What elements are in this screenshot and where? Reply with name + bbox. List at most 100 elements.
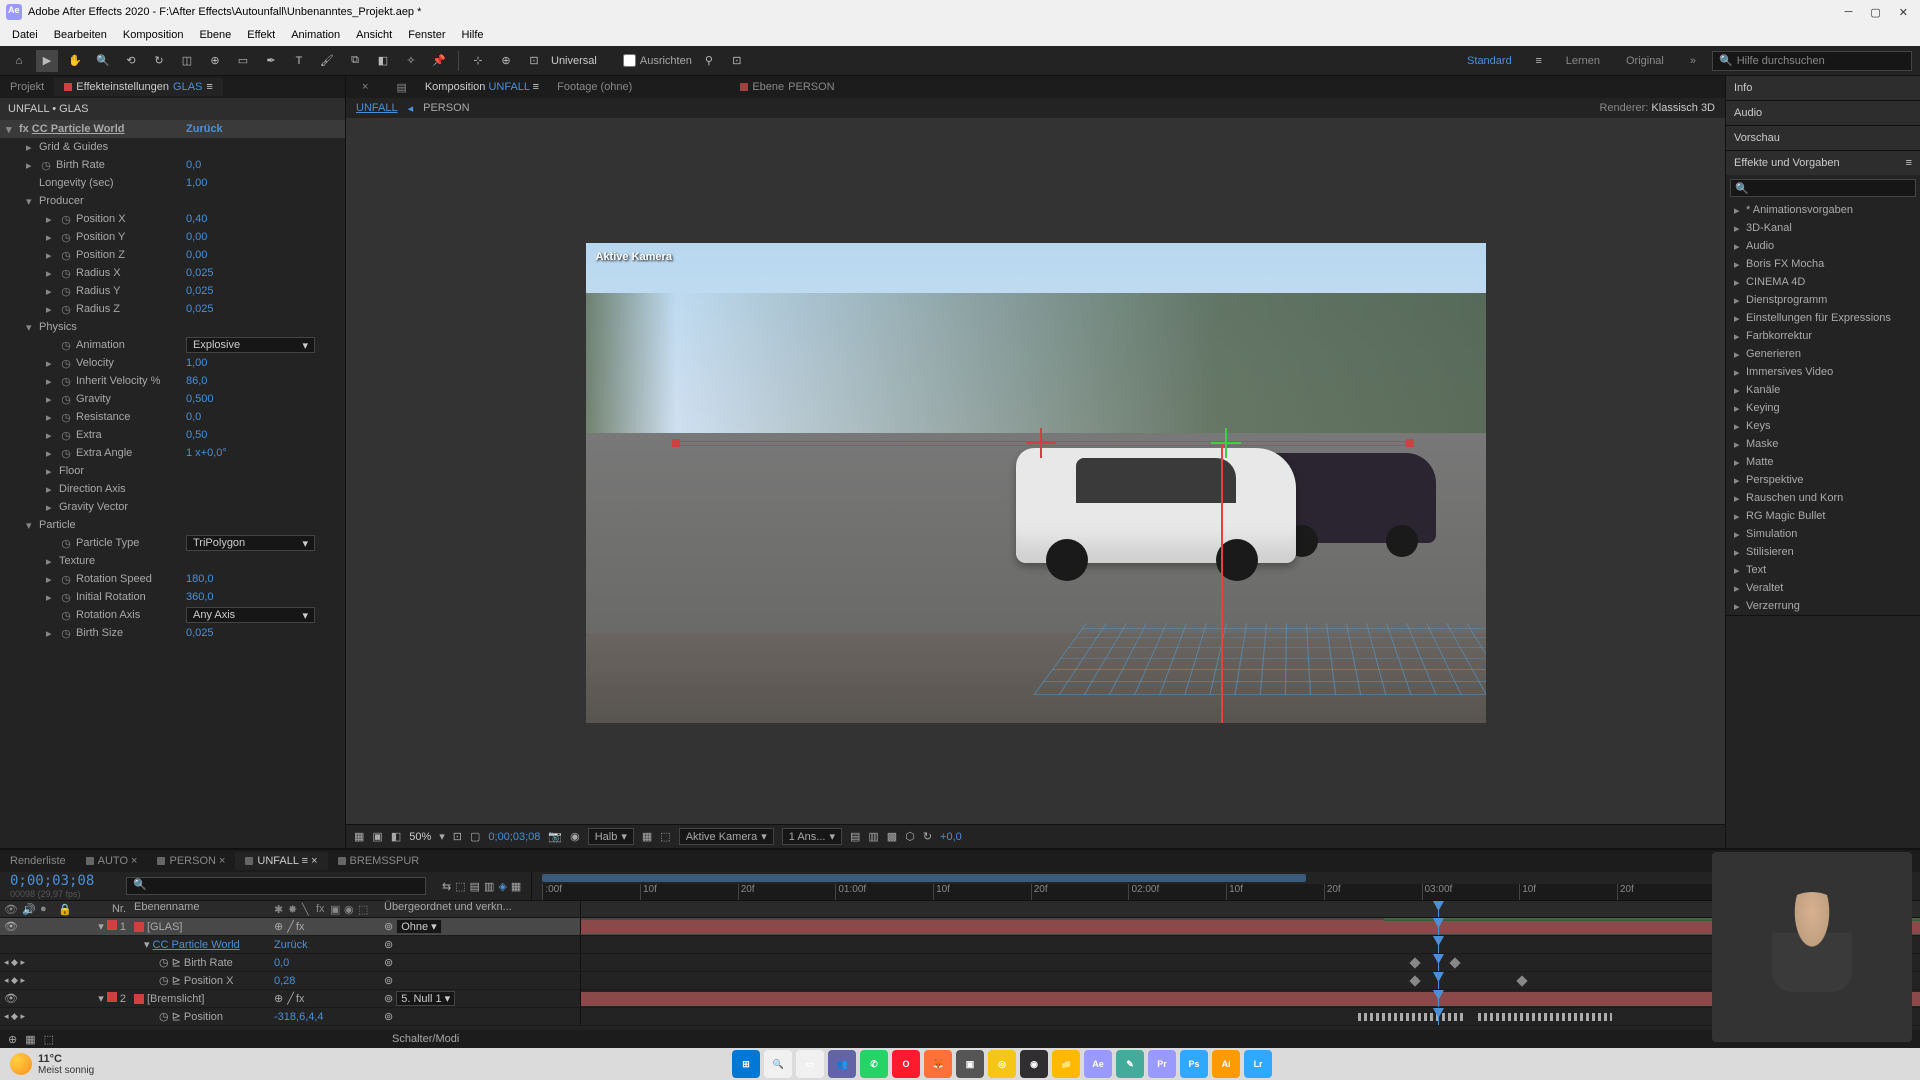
ausrichten-checkbox[interactable]	[623, 54, 636, 67]
layer-handle[interactable]	[1406, 439, 1414, 447]
menu-bearbeiten[interactable]: Bearbeiten	[46, 27, 115, 43]
menu-animation[interactable]: Animation	[283, 27, 348, 43]
effect-category[interactable]: ▸Stilisieren	[1726, 543, 1920, 561]
viewer-timecode[interactable]: 0;00;03;08	[488, 831, 540, 843]
radz-value[interactable]: 0,025	[186, 303, 214, 315]
tl-tool-icon[interactable]: ⬚	[455, 880, 465, 893]
workspace-lernen[interactable]: Lernen	[1556, 55, 1610, 67]
stopwatch-icon[interactable]: ◷	[59, 230, 73, 244]
rot-axis-dropdown[interactable]: Any Axis▾	[186, 607, 315, 623]
timeline-search[interactable]: 🔍	[126, 877, 426, 895]
birth-rate-value[interactable]: 0,0	[186, 159, 201, 171]
gravity-value[interactable]: 0,500	[186, 393, 214, 405]
posy-value[interactable]: 0,00	[186, 231, 207, 243]
icon-2[interactable]: ▥	[868, 830, 878, 843]
taskbar-app2-icon[interactable]: ◎	[988, 1050, 1016, 1078]
stopwatch-icon[interactable]: ◷	[59, 338, 73, 352]
taskbar-windows-icon[interactable]: ⊞	[732, 1050, 760, 1078]
overflow-icon[interactable]: »	[1680, 55, 1706, 67]
tab-effekteinstellungen[interactable]: Effekteinstellungen GLAS ≡	[54, 78, 223, 96]
comp-path-unfall[interactable]: UNFALL	[356, 102, 398, 114]
resistance-value[interactable]: 0,0	[186, 411, 201, 423]
effect-category[interactable]: ▸Maske	[1726, 435, 1920, 453]
taskbar-app3-icon[interactable]: ✎	[1116, 1050, 1144, 1078]
taskbar-pr-icon[interactable]: Pr	[1148, 1050, 1176, 1078]
extra-value[interactable]: 0,50	[186, 429, 207, 441]
zoom-tool[interactable]: 🔍	[92, 50, 114, 72]
solo-column-icon[interactable]: ●	[40, 903, 52, 915]
snap-tool[interactable]: ⚲	[698, 50, 720, 72]
taskbar-obs-icon[interactable]: ◉	[1020, 1050, 1048, 1078]
icon-1[interactable]: ▤	[850, 830, 860, 843]
effect-category[interactable]: ▸Dienstprogramm	[1726, 291, 1920, 309]
lock-column-icon[interactable]: 🔒	[58, 903, 70, 915]
longevity-value[interactable]: 1,00	[186, 177, 207, 189]
stopwatch-icon[interactable]: ◷	[59, 590, 73, 604]
stopwatch-icon[interactable]: ◷	[59, 284, 73, 298]
effect-category[interactable]: ▸Audio	[1726, 237, 1920, 255]
back-arrow-icon[interactable]: ◂	[408, 102, 414, 115]
camera-tool[interactable]: ◫	[176, 50, 198, 72]
brush-tool[interactable]: 🖌	[316, 50, 338, 72]
effect-category[interactable]: ▸Veraltet	[1726, 579, 1920, 597]
time-ruler[interactable]: :00f10f20f01:00f10f20f02:00f10f20f03:00f…	[542, 884, 1910, 900]
rot-speed-value[interactable]: 180,0	[186, 573, 214, 585]
effect-category[interactable]: ▸CINEMA 4D	[1726, 273, 1920, 291]
timeline-layer-row[interactable]: ◂ ◆ ▸◷ ⊵ Position X0,28⊚	[0, 972, 1920, 990]
effect-category[interactable]: ▸Einstellungen für Expressions	[1726, 309, 1920, 327]
camera-view-dropdown[interactable]: Aktive Kamera▾	[679, 828, 774, 845]
panel-effekte[interactable]: Effekte und Vorgaben≡	[1726, 151, 1920, 175]
tl-tool-icon[interactable]: ▤	[470, 880, 480, 893]
timeline-tab[interactable]: Renderliste	[0, 852, 76, 870]
timeline-layer-row[interactable]: ▾CC Particle WorldZurück⊚	[0, 936, 1920, 954]
selection-tool[interactable]: ▶	[36, 50, 58, 72]
menu-hilfe[interactable]: Hilfe	[454, 27, 492, 43]
taskbar-taskview-icon[interactable]: ▭	[796, 1050, 824, 1078]
taskbar-teams-icon[interactable]: 👥	[828, 1050, 856, 1078]
effect-category[interactable]: ▸Rauschen und Korn	[1726, 489, 1920, 507]
taskbar-whatsapp-icon[interactable]: ✆	[860, 1050, 888, 1078]
effect-category[interactable]: ▸Boris FX Mocha	[1726, 255, 1920, 273]
stopwatch-icon[interactable]: ◷	[59, 212, 73, 226]
tl-tool-icon[interactable]: ⇆	[442, 880, 451, 893]
effect-category[interactable]: ▸Perspektive	[1726, 471, 1920, 489]
name-column[interactable]: Ebenenname	[130, 901, 270, 917]
posx-value[interactable]: 0,40	[186, 213, 207, 225]
composition-viewer[interactable]: Aktive Kamera ▦ ▣ ◧ 50%▾ ⊡ ▢ 0;00;03;08 …	[346, 118, 1725, 848]
anchor-crosshair-2[interactable]	[1211, 428, 1241, 458]
tl-graph-icon[interactable]: ▦	[511, 880, 521, 893]
taskbar-opera-icon[interactable]: O	[892, 1050, 920, 1078]
effect-category[interactable]: ▸Matte	[1726, 453, 1920, 471]
timeline-tab[interactable]: UNFALL ≡ ×	[235, 852, 327, 870]
taskbar-search-icon[interactable]: 🔍	[764, 1050, 792, 1078]
menu-ansicht[interactable]: Ansicht	[348, 27, 400, 43]
renderer-dropdown[interactable]: Klassisch 3D	[1651, 102, 1715, 114]
mask-toggle-icon[interactable]: ▣	[372, 830, 382, 843]
effect-category[interactable]: ▸Immersives Video	[1726, 363, 1920, 381]
workspace-original[interactable]: Original	[1616, 55, 1674, 67]
inhvel-value[interactable]: 86,0	[186, 375, 207, 387]
stopwatch-icon[interactable]: ◷	[59, 392, 73, 406]
animation-dropdown[interactable]: Explosive▾	[186, 337, 315, 353]
zoom-dropdown[interactable]: 50%	[409, 831, 431, 843]
maximize-button[interactable]: ▢	[1870, 6, 1880, 19]
tl-footer-icon[interactable]: ⊕	[8, 1033, 17, 1046]
menu-fenster[interactable]: Fenster	[400, 27, 453, 43]
stopwatch-icon[interactable]: ◷	[59, 374, 73, 388]
effect-category[interactable]: ▸Kanäle	[1726, 381, 1920, 399]
snap-tool-2[interactable]: ⊡	[726, 50, 748, 72]
icon-3[interactable]: ▩	[887, 830, 897, 843]
taskbar-app1-icon[interactable]: ▣	[956, 1050, 984, 1078]
stopwatch-icon[interactable]: ◷	[39, 158, 53, 172]
3d-icon[interactable]: ⬚	[660, 830, 670, 843]
footage-tab[interactable]: Footage (ohne)	[547, 78, 642, 96]
timeline-layer-row[interactable]: 👁▾ 1 [GLAS]⊕╱fx⊚ Ohne ▾	[0, 918, 1920, 936]
reset-exposure-icon[interactable]: ↻	[923, 830, 932, 843]
tl-shy-icon[interactable]: ◈	[498, 880, 506, 893]
hand-tool[interactable]: ✋	[64, 50, 86, 72]
taskbar-lr-icon[interactable]: Lr	[1244, 1050, 1272, 1078]
panel-vorschau[interactable]: Vorschau	[1726, 126, 1920, 150]
taskbar-ai-icon[interactable]: Ai	[1212, 1050, 1240, 1078]
icon-4[interactable]: ⬡	[905, 830, 915, 843]
effect-category[interactable]: ▸Keys	[1726, 417, 1920, 435]
